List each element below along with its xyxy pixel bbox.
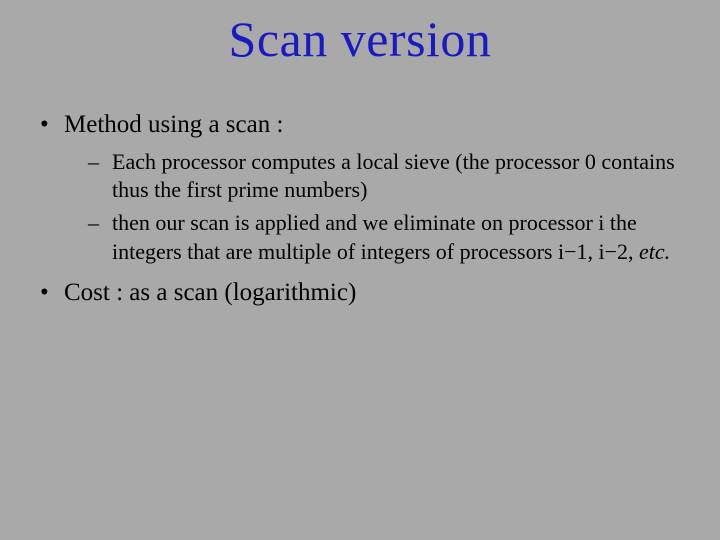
slide: Scan version Method using a scan : Each … (0, 0, 720, 540)
bullet-text: Method using a scan : (64, 111, 283, 138)
bullet-item: Method using a scan : Each processor com… (30, 108, 690, 266)
bullet-text: Cost : as a scan (logarithmic) (64, 279, 356, 306)
sub-bullet-text: then our scan is applied and we eliminat… (112, 210, 639, 264)
slide-title: Scan version (30, 10, 690, 68)
sub-bullet-item: Each processor computes a local sieve (t… (64, 148, 690, 205)
bullet-list: Method using a scan : Each processor com… (30, 108, 690, 310)
bullet-item: Cost : as a scan (logarithmic) (30, 276, 690, 310)
sub-bullet-tail: etc. (639, 239, 670, 264)
sub-bullet-list: Each processor computes a local sieve (t… (64, 148, 690, 266)
sub-bullet-text: Each processor computes a local sieve (t… (112, 149, 675, 203)
sub-bullet-item: then our scan is applied and we eliminat… (64, 209, 690, 266)
